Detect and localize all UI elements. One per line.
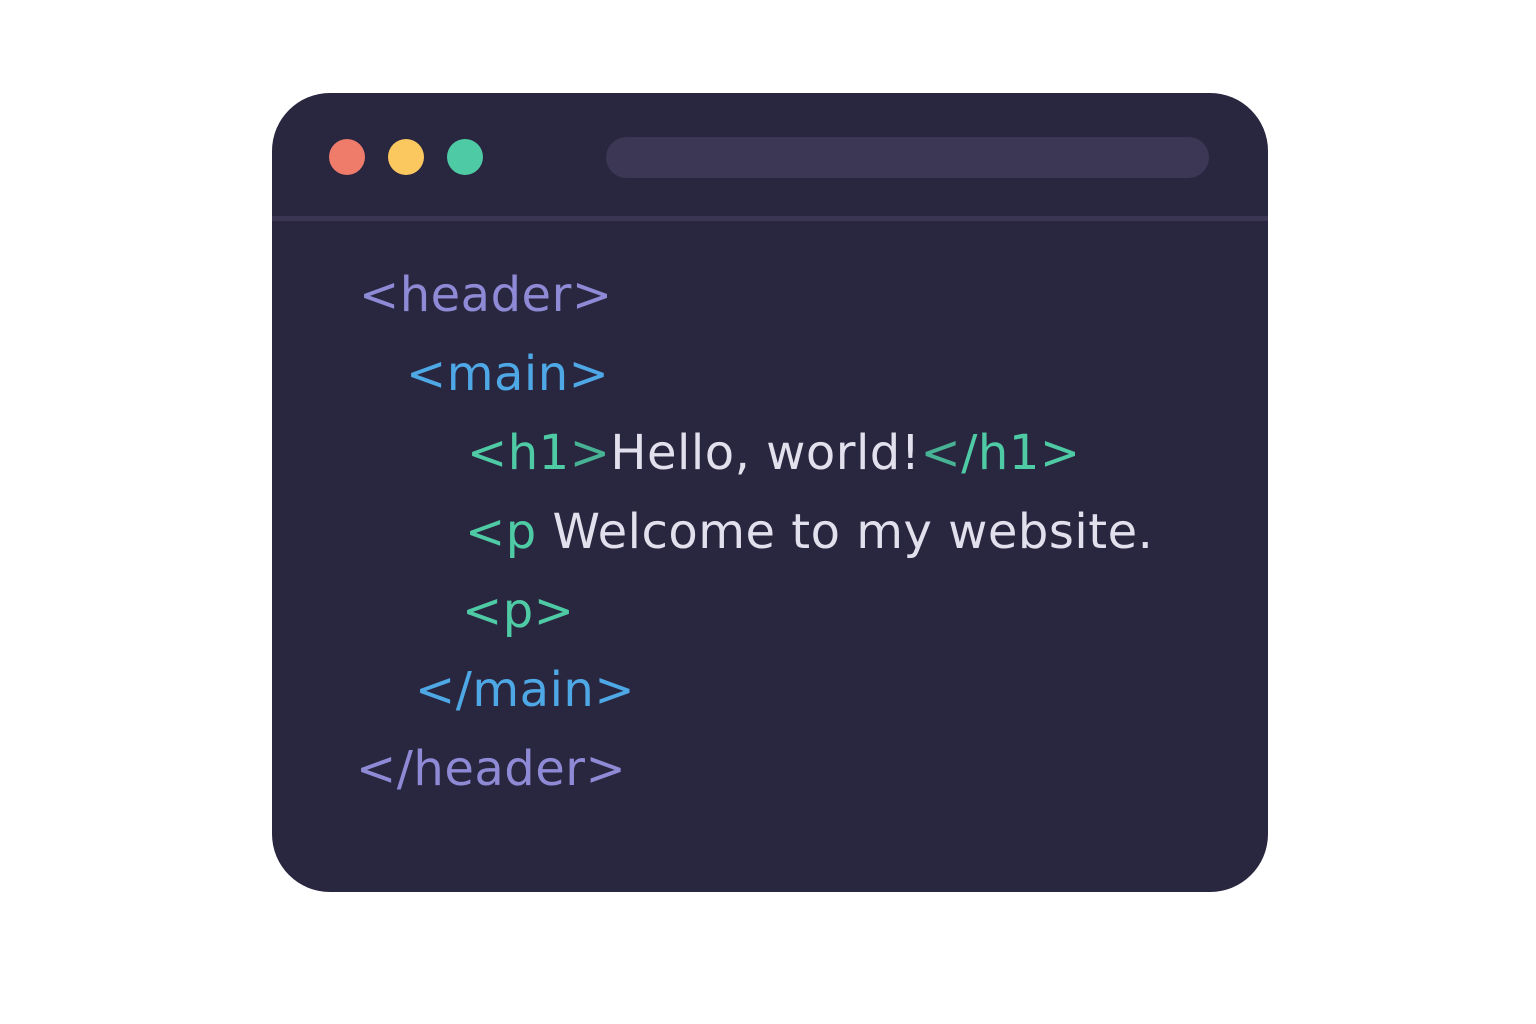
header-close-tag: </header>: [356, 741, 627, 797]
code-line-main-close: </main>: [415, 660, 635, 720]
header-open-tag: <header>: [359, 267, 613, 323]
h1-text: Hello, world!: [610, 425, 921, 481]
h1-close-tag-bracket: <: [920, 425, 962, 481]
h1-open-tag-bracket: >: [569, 425, 611, 481]
p-tag: <p>: [462, 583, 575, 639]
h1-open-tag: <h1: [467, 425, 570, 481]
code-line-h1: <h1>Hello, world!</h1>: [467, 423, 1081, 483]
code-line-p-tag: <p>: [462, 581, 574, 641]
code-line-header-open: <header>: [359, 265, 613, 325]
code-view: <header> <main> <h1>Hello, world!</h1> <…: [272, 93, 1268, 892]
code-line-p: <p Welcome to my website.: [465, 502, 1153, 562]
h1-close-tag: /h1>: [961, 425, 1081, 481]
main-close-tag: </main>: [415, 662, 636, 718]
browser-window: <header> <main> <h1>Hello, world!</h1> <…: [272, 93, 1268, 892]
code-line-header-close: </header>: [356, 739, 626, 799]
p-text: Welcome to my website.: [552, 504, 1154, 560]
main-open-tag: <main>: [406, 346, 610, 402]
p-open-tag: <p: [465, 504, 537, 560]
code-line-main-open: <main>: [406, 344, 609, 404]
